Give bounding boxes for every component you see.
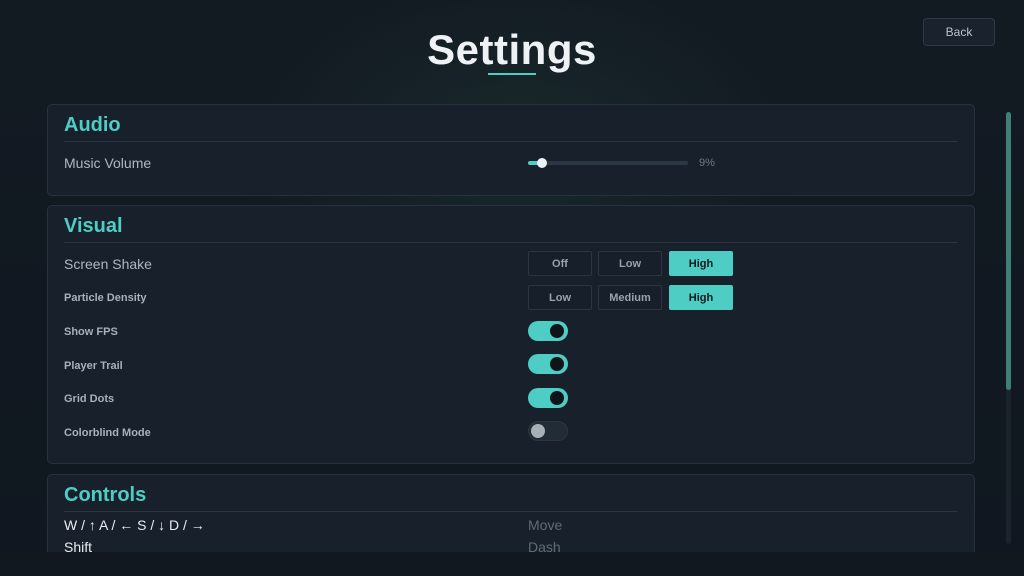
grid-dots-toggle[interactable] [528, 388, 568, 408]
toggle-knob [531, 424, 545, 438]
colorblind-mode-toggle[interactable] [528, 421, 568, 441]
controls-panel-title: Controls [64, 484, 147, 506]
screen-shake-option-high[interactable]: High [669, 251, 733, 276]
show-fps-label: Show FPS [64, 326, 118, 338]
toggle-knob [550, 357, 564, 371]
colorblind-mode-label: Colorblind Mode [64, 427, 151, 439]
scrollbar[interactable] [1006, 112, 1011, 544]
divider [64, 511, 958, 512]
toggle-knob [550, 324, 564, 338]
back-button[interactable]: Back [923, 18, 995, 46]
music-volume-slider[interactable] [528, 158, 688, 168]
audio-panel: Audio Music Volume 9% [47, 104, 975, 196]
scrollbar-thumb[interactable] [1006, 112, 1011, 390]
grid-dots-label: Grid Dots [64, 393, 115, 405]
divider [64, 141, 958, 142]
particle-density-option-high[interactable]: High [669, 285, 733, 310]
music-volume-value: 9% [699, 157, 715, 169]
particle-density-label: Particle Density [64, 292, 147, 304]
binding-action-dash: Dash [528, 539, 561, 552]
binding-action-move: Move [528, 517, 563, 533]
toggle-knob [550, 391, 564, 405]
particle-density-option-low[interactable]: Low [528, 285, 592, 310]
bottom-edge [0, 552, 1024, 576]
player-trail-label: Player Trail [64, 360, 123, 372]
title-underline [488, 73, 536, 75]
settings-screen: Settings Back Audio Music Volume 9% Visu… [0, 0, 1024, 576]
screen-shake-option-low[interactable]: Low [598, 251, 662, 276]
divider [64, 242, 958, 243]
visual-panel-title: Visual [64, 215, 123, 237]
player-trail-toggle[interactable] [528, 354, 568, 374]
page-title: Settings [427, 26, 597, 73]
binding-keys-dash: Shift [64, 539, 93, 552]
settings-scroll-area: Audio Music Volume 9% Visual Screen Shak… [47, 104, 977, 552]
binding-keys-move: W / ↑ A / ← S / ↓ D / → [64, 517, 205, 533]
controls-panel: Controls W / ↑ A / ← S / ↓ D / → Move Sh… [47, 474, 975, 552]
screen-shake-option-off[interactable]: Off [528, 251, 592, 276]
show-fps-toggle[interactable] [528, 321, 568, 341]
visual-panel: Visual Screen Shake Off Low High Particl… [47, 205, 975, 464]
audio-panel-title: Audio [64, 114, 121, 136]
screen-shake-label: Screen Shake [64, 256, 152, 272]
music-volume-thumb[interactable] [537, 158, 548, 168]
particle-density-option-medium[interactable]: Medium [598, 285, 662, 310]
music-volume-label: Music Volume [64, 155, 152, 171]
